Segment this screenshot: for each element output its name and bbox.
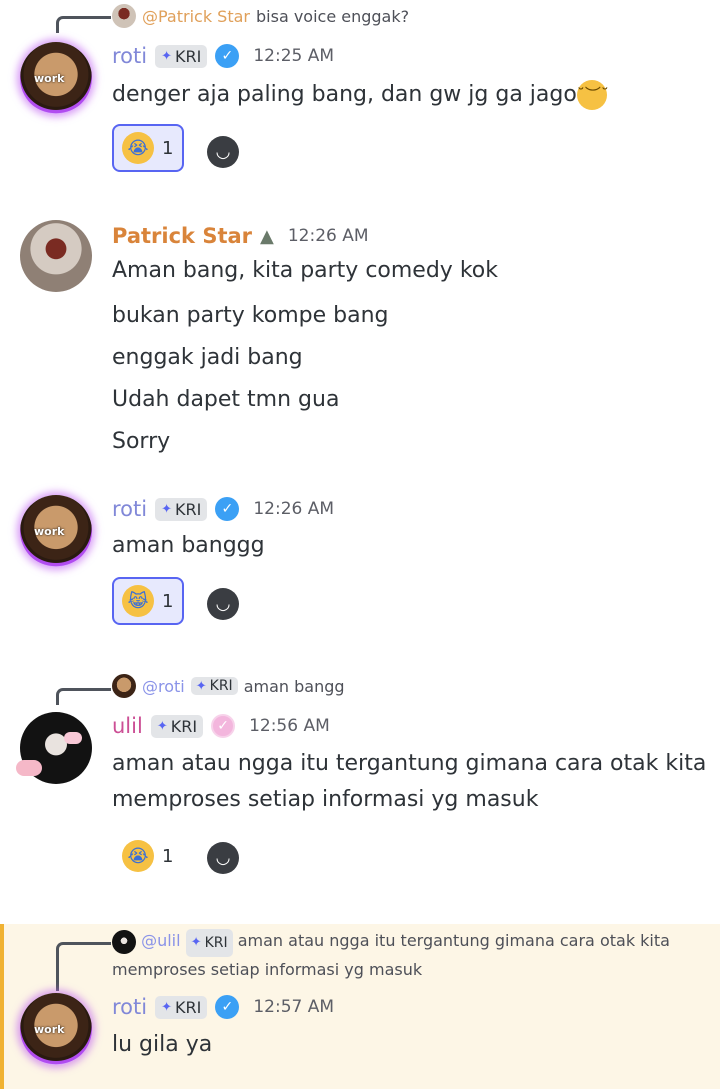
reply-connector: [56, 16, 111, 33]
verified-icon: ✓: [215, 995, 240, 1019]
diamond-icon: ✦: [161, 48, 172, 64]
timestamp[interactable]: 12:26 AM: [288, 226, 369, 246]
author-name[interactable]: Patrick Star: [112, 224, 252, 248]
pink-badge-icon: ✓: [211, 714, 236, 738]
role-tag: ✦ KRI: [190, 677, 238, 695]
role-tag-label: KRI: [175, 46, 202, 66]
reply-connector: [56, 688, 111, 705]
diamond-icon: ✦: [195, 678, 207, 694]
message-line: aman banggg: [112, 533, 265, 558]
message-text: denger aja paling bang, dan gw jg ga jag…: [112, 80, 609, 110]
message-line: memproses setiap informasi yg masuk: [112, 787, 539, 812]
pensive-emoji-icon: ˘︶˘: [576, 80, 609, 110]
timestamp[interactable]: 12:56 AM: [249, 716, 330, 736]
author-name[interactable]: roti: [112, 497, 147, 521]
message-header: ulil ✦ KRI ✓ 12:56 AM: [112, 714, 330, 738]
role-tag[interactable]: ✦ KRI: [155, 44, 208, 68]
message-line: Udah dapet tmn gua: [112, 387, 340, 412]
cloud-decoration: [16, 760, 42, 776]
reply-mention[interactable]: @ulil: [141, 931, 180, 950]
message-line: enggak jadi bang: [112, 345, 303, 370]
add-reaction-icon[interactable]: ◡: [207, 588, 239, 620]
role-tag-label: KRI: [175, 997, 202, 1017]
reply-text: aman bangg: [243, 676, 345, 696]
message-line: lu gila ya: [112, 1032, 213, 1057]
avatar-patrick-star[interactable]: [20, 220, 92, 292]
diamond-icon: ✦: [156, 718, 168, 734]
author-name[interactable]: roti: [112, 44, 147, 68]
reply-text: bisa voice enggak?: [256, 6, 410, 26]
add-reaction-icon[interactable]: ◡: [207, 136, 239, 168]
reaction-count: 1: [162, 845, 174, 867]
role-tag-label: KRI: [204, 935, 228, 951]
reaction-button[interactable]: 😹 1: [112, 577, 184, 625]
reply-avatar: [112, 674, 136, 698]
message-header: roti ✦ KRI ✓ 12:26 AM: [112, 497, 334, 521]
avatar-label: work: [34, 1023, 65, 1036]
crying-emoji-icon: 😭: [122, 840, 154, 872]
reply-avatar: [112, 4, 136, 28]
verified-icon: ✓: [215, 44, 240, 68]
cloud-decoration: [64, 732, 82, 744]
timestamp[interactable]: 12:25 AM: [253, 46, 334, 66]
timestamp[interactable]: 12:57 AM: [253, 997, 334, 1017]
message-line: bukan party kompe bang: [112, 303, 389, 328]
role-tag[interactable]: ✦ KRI: [155, 995, 208, 1019]
avatar-ulil[interactable]: [16, 712, 92, 784]
verified-icon: ✓: [215, 497, 240, 521]
cat-laughing-emoji-icon: 😹: [122, 585, 154, 617]
crying-emoji-icon: 😭: [122, 132, 154, 164]
reply-avatar: [112, 929, 136, 954]
avatar-roti[interactable]: work: [20, 42, 92, 114]
add-reaction-icon[interactable]: ◡: [207, 842, 239, 874]
mountain-icon: ▲: [260, 225, 274, 247]
reply-text: aman atau ngga itu tergantung gimana car…: [237, 931, 670, 950]
message-line: Aman bang, kita party comedy kok: [112, 258, 498, 283]
role-tag-label: KRI: [209, 678, 233, 694]
role-tag[interactable]: ✦ KRI: [155, 497, 208, 521]
reaction-button[interactable]: 😭 1: [112, 124, 184, 172]
avatar-label: work: [34, 72, 65, 85]
message-line: Sorry: [112, 429, 171, 454]
reply-preview[interactable]: @ulil ✦ KRI aman atau ngga itu tergantung…: [112, 928, 692, 983]
message-header: roti ✦ KRI ✓ 12:57 AM: [112, 995, 334, 1019]
role-tag-label: KRI: [175, 499, 202, 519]
reply-connector: [56, 942, 111, 991]
avatar-roti[interactable]: work: [20, 495, 92, 567]
message-line: aman atau ngga itu tergantung gimana car…: [112, 751, 707, 776]
timestamp[interactable]: 12:26 AM: [253, 499, 334, 519]
avatar-label: work: [34, 525, 65, 538]
message-header: Patrick Star ▲ 12:26 AM: [112, 224, 369, 248]
reaction-count: 1: [162, 137, 174, 159]
author-name[interactable]: ulil: [112, 714, 143, 738]
avatar-roti[interactable]: work: [20, 993, 92, 1065]
reply-text-continued: memproses setiap informasi yg masuk: [112, 960, 423, 979]
author-name[interactable]: roti: [112, 995, 147, 1019]
role-tag[interactable]: ✦ KRI: [150, 714, 204, 738]
reply-preview[interactable]: @roti ✦ KRI aman bangg: [112, 674, 345, 698]
reaction-count: 1: [162, 590, 174, 612]
role-tag-label: KRI: [170, 716, 198, 736]
reply-mention[interactable]: @Patrick Star: [142, 7, 250, 26]
message-line: denger aja paling bang, dan gw jg ga jag…: [112, 82, 577, 107]
diamond-icon: ✦: [161, 501, 172, 517]
reply-mention[interactable]: @roti: [142, 677, 185, 696]
message-header: roti ✦ KRI ✓ 12:25 AM: [112, 44, 334, 68]
reaction-button[interactable]: 😭 1: [112, 832, 184, 880]
diamond-icon: ✦: [190, 935, 202, 950]
diamond-icon: ✦: [161, 999, 172, 1015]
role-tag: ✦ KRI: [185, 929, 233, 957]
reply-preview[interactable]: @Patrick Star bisa voice enggak?: [112, 4, 409, 28]
